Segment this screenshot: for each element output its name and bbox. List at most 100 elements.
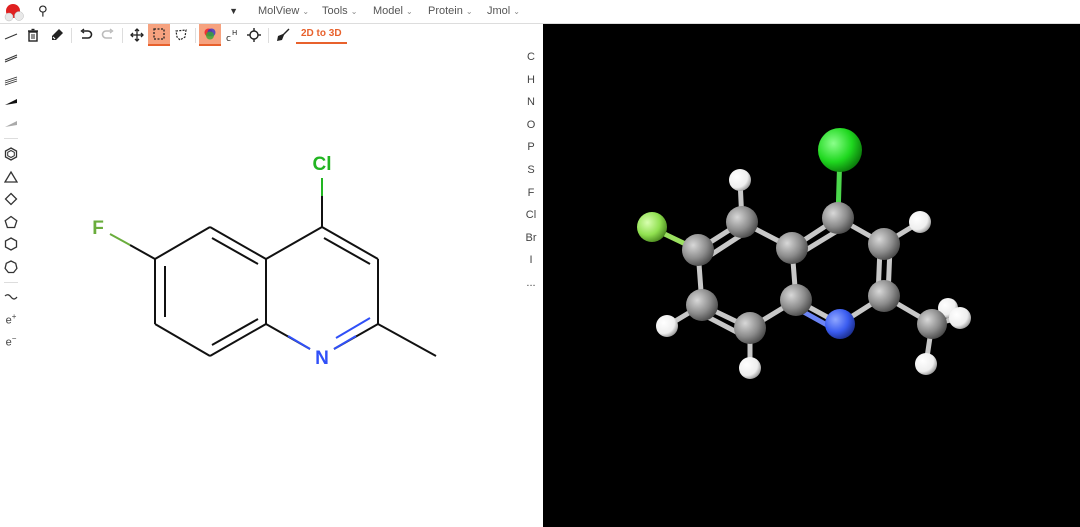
- atom-label-cl[interactable]: Cl: [313, 154, 332, 175]
- rect-select-button[interactable]: [148, 24, 170, 46]
- toolbar-divider: [268, 28, 269, 43]
- toolbar-divider: [71, 28, 72, 43]
- color-mode-button[interactable]: [199, 24, 221, 46]
- atom-h[interactable]: [656, 315, 678, 337]
- atom-c[interactable]: [868, 280, 900, 312]
- center-button[interactable]: [243, 24, 265, 46]
- chevron-down-icon: ⌄: [302, 7, 310, 16]
- toolbar-divider: [195, 28, 196, 43]
- triangle-ring-button[interactable]: [2, 167, 20, 187]
- atom-c[interactable]: [686, 289, 718, 321]
- double-bond-button[interactable]: [2, 48, 20, 68]
- trash-icon: [28, 28, 38, 42]
- pentagon-ring-button[interactable]: [2, 212, 20, 232]
- bond: [321, 226, 379, 260]
- atom-h[interactable]: [949, 307, 971, 329]
- double-bond-icon: [4, 54, 18, 63]
- hash-bond-button[interactable]: [2, 114, 20, 134]
- eraser-button[interactable]: [46, 24, 68, 46]
- square-ring-icon: [4, 192, 18, 206]
- molecule-logo-icon[interactable]: [4, 2, 26, 22]
- hydrogen-button[interactable]: cH: [221, 24, 243, 46]
- square-ring-button[interactable]: [2, 189, 20, 209]
- move-button[interactable]: [126, 24, 148, 46]
- element-H[interactable]: H: [520, 74, 542, 86]
- clean-icon: [277, 28, 290, 41]
- element-P[interactable]: P: [520, 141, 542, 153]
- atom-n[interactable]: [825, 309, 855, 339]
- atom-c[interactable]: [682, 234, 714, 266]
- pentagon-ring-icon: [4, 215, 18, 229]
- atom-h[interactable]: [739, 357, 761, 379]
- bond: [377, 323, 437, 357]
- atom-c[interactable]: [734, 312, 766, 344]
- element-Br[interactable]: Br: [520, 232, 542, 244]
- atom-c[interactable]: [776, 232, 808, 264]
- atom-h[interactable]: [915, 353, 937, 375]
- menu-model[interactable]: Model ⌄: [373, 5, 413, 17]
- atom-h[interactable]: [729, 169, 751, 191]
- atom-h[interactable]: [909, 211, 931, 233]
- toolbar-divider: [122, 28, 123, 43]
- hexagon-ring-button[interactable]: [2, 234, 20, 254]
- charge-plus-button[interactable]: e+: [2, 309, 20, 329]
- clean-button[interactable]: [272, 24, 294, 46]
- triple-bond-button[interactable]: [2, 70, 20, 90]
- atom-c[interactable]: [917, 309, 947, 339]
- benzene-button[interactable]: [2, 144, 20, 164]
- atom-label-n[interactable]: N: [315, 348, 329, 369]
- bond: [129, 244, 156, 260]
- bonds-2d: [109, 178, 437, 357]
- element-S[interactable]: S: [520, 164, 542, 176]
- wedge-bond-button[interactable]: [2, 92, 20, 112]
- atom-c[interactable]: [868, 228, 900, 260]
- single-bond-icon: [4, 33, 18, 40]
- undo-button[interactable]: [75, 24, 97, 46]
- element-I[interactable]: I: [520, 254, 542, 266]
- atom-label-f[interactable]: F: [92, 218, 104, 239]
- chevron-down-icon: ⌄: [513, 7, 520, 16]
- wedge-bond-icon: [5, 99, 17, 105]
- menu-molview[interactable]: MolView ⌄: [258, 5, 309, 17]
- bond: [154, 323, 211, 357]
- 2d-to-3d-button[interactable]: 2D to 3D: [296, 27, 347, 44]
- element-more[interactable]: ...: [520, 277, 542, 289]
- chevron-down-icon: ⌄: [465, 7, 473, 16]
- search-input[interactable]: ⚲ ▼: [32, 2, 244, 22]
- atom-c[interactable]: [822, 202, 854, 234]
- bond-inner: [335, 317, 371, 339]
- charge-minus-button[interactable]: e−: [2, 331, 20, 351]
- element-F[interactable]: F: [520, 187, 542, 199]
- lasso-select-icon: [175, 29, 187, 41]
- menu-protein[interactable]: Protein ⌄: [428, 5, 473, 17]
- charge-minus-icon: e−: [5, 333, 17, 349]
- rect-select-icon: [153, 28, 165, 40]
- 3d-viewer[interactable]: [543, 24, 1080, 527]
- search-icon: ⚲: [38, 3, 48, 18]
- redo-button[interactable]: [97, 24, 119, 46]
- element-C[interactable]: C: [520, 51, 542, 63]
- sketch-canvas[interactable]: Cl F N: [22, 48, 520, 527]
- triangle-ring-icon: [4, 170, 18, 183]
- dropdown-caret-icon[interactable]: ▼: [229, 6, 238, 16]
- trash-button[interactable]: [22, 24, 44, 46]
- triple-bond-icon: [4, 76, 18, 86]
- atoms-3d: [637, 128, 971, 379]
- bond-f: [109, 233, 131, 246]
- single-bond-button[interactable]: [2, 26, 20, 46]
- chain-button[interactable]: [2, 287, 20, 307]
- element-N[interactable]: N: [520, 96, 542, 108]
- element-Cl[interactable]: Cl: [520, 209, 542, 221]
- left-tool-strip: e+ e−: [0, 24, 22, 354]
- menu-tools[interactable]: Tools ⌄: [322, 5, 357, 17]
- element-O[interactable]: O: [520, 119, 542, 131]
- menu-jmol[interactable]: Jmol ⌄: [487, 5, 520, 17]
- atom-cl[interactable]: [818, 128, 862, 172]
- atom-c[interactable]: [726, 206, 758, 238]
- top-menu-bar: ⚲ ▼ MolView ⌄ Tools ⌄ Model ⌄ Protein ⌄ Jmol…: [0, 0, 1080, 24]
- heptagon-ring-button[interactable]: [2, 257, 20, 277]
- atom-f[interactable]: [637, 212, 667, 242]
- lasso-select-button[interactable]: [170, 24, 192, 46]
- chain-icon: [4, 294, 18, 300]
- atom-c[interactable]: [780, 284, 812, 316]
